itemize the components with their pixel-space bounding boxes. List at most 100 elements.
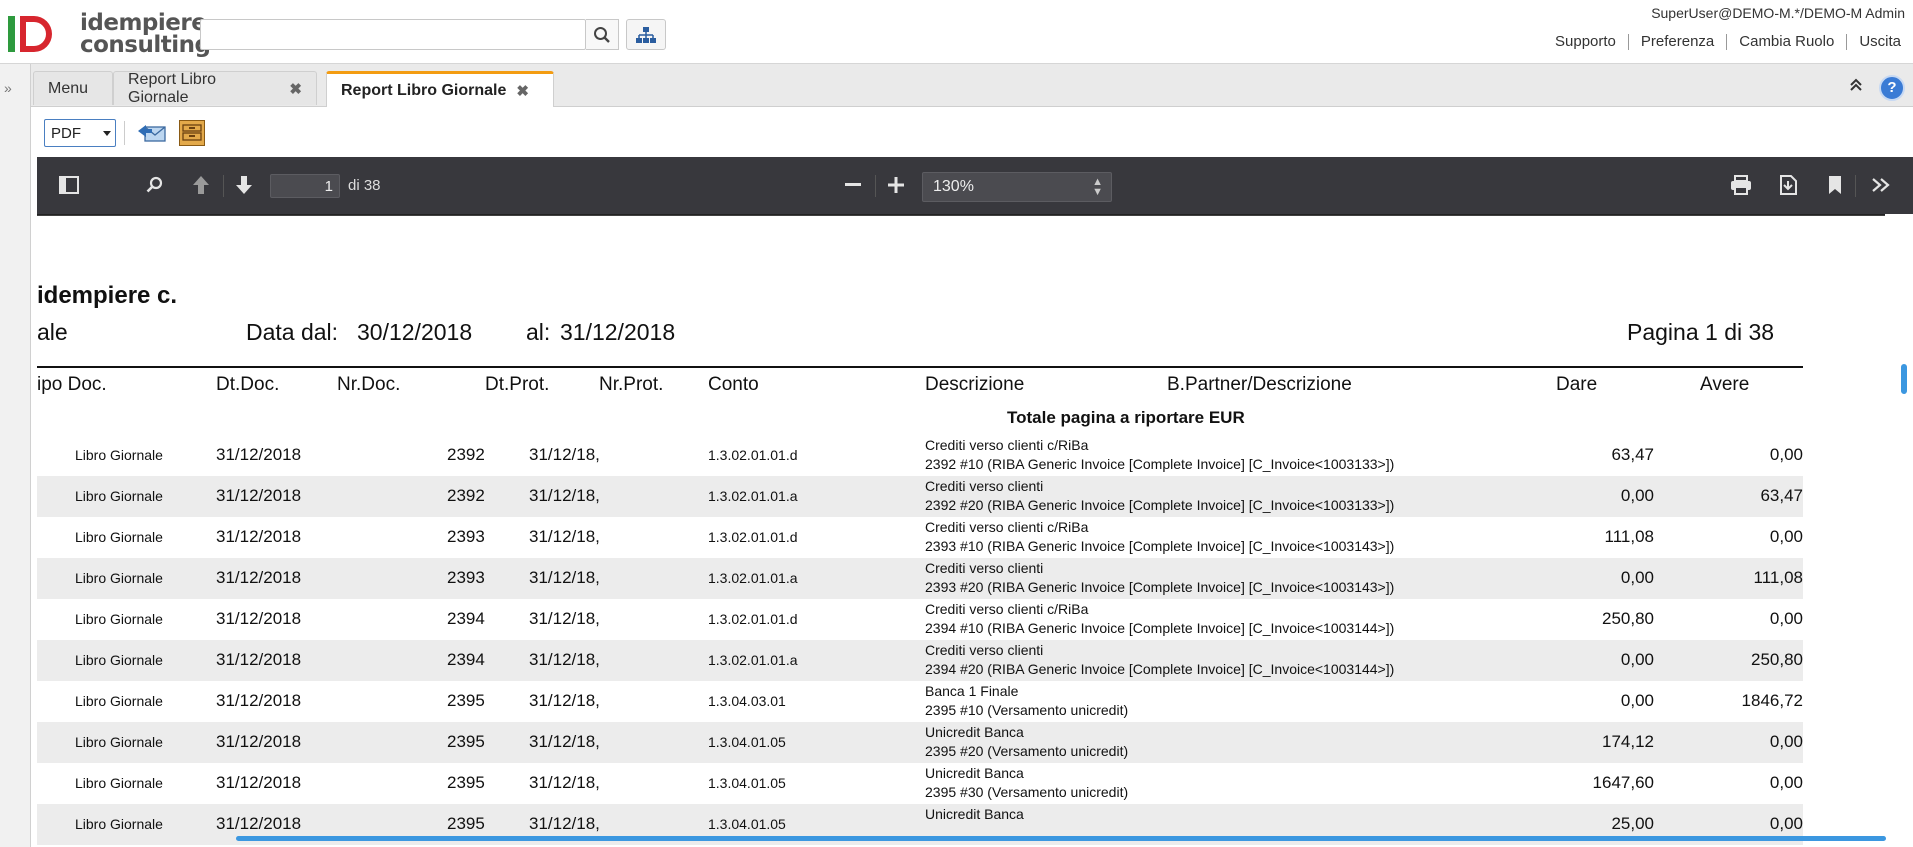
previous-page-icon[interactable]: [183, 169, 219, 201]
updown-icon: ▲ ▼: [1092, 176, 1103, 198]
sitemap-icon: [636, 26, 656, 43]
cell-nr-doc: 2392: [447, 486, 485, 505]
table-row: Libro Giornale 31/12/2018 2394 31/12/18,…: [37, 599, 1803, 640]
toolbar-divider: [124, 121, 125, 145]
link-cambia-ruolo[interactable]: Cambia Ruolo: [1726, 34, 1846, 50]
global-search-input[interactable]: [200, 19, 586, 50]
toolbar-divider: [1855, 175, 1856, 197]
cell-nr-doc: 2394: [447, 609, 485, 628]
date-from-label: Data dal:: [246, 319, 339, 345]
cell-descrizione: Crediti verso clienti: [925, 642, 1044, 658]
format-select[interactable]: PDF: [44, 119, 116, 147]
cell-descrizione: Unicredit Banca: [925, 765, 1024, 781]
close-icon[interactable]: ✖: [289, 80, 302, 98]
col-tipo-doc: ipo Doc.: [37, 374, 107, 395]
cell-avere: 111,08: [1753, 568, 1803, 587]
bookmark-icon[interactable]: [1817, 169, 1853, 201]
page-number-input[interactable]: 1: [270, 174, 340, 198]
close-icon[interactable]: ✖: [516, 82, 529, 100]
cell-conto: 1.3.02.01.01.a: [708, 488, 798, 504]
cell-dare: 0,00: [1620, 568, 1654, 587]
cell-nr-doc: 2395: [447, 773, 485, 792]
cell-descrizione: Crediti verso clienti c/RiBa: [925, 519, 1089, 535]
cell-bpartner: 2394 #10 (RIBA Generic Invoice [Complete…: [925, 620, 1395, 636]
download-icon[interactable]: [1770, 169, 1806, 201]
logo-text: idempiere consulting: [80, 10, 211, 58]
send-email-icon[interactable]: [137, 121, 167, 145]
cell-conto: 1.3.02.01.01.d: [708, 611, 798, 627]
cell-descrizione: Banca 1 Finale: [925, 683, 1019, 699]
expand-panel-icon[interactable]: »: [4, 80, 12, 96]
vertical-scrollbar[interactable]: [1885, 214, 1913, 847]
logo[interactable]: idempiere consulting: [8, 10, 211, 60]
menu-tree-button[interactable]: [626, 19, 666, 50]
cell-dare: 0,00: [1620, 486, 1654, 505]
tab-report-libro-giornale-1[interactable]: Report Libro Giornale ✖: [113, 71, 317, 106]
cell-conto: 1.3.02.01.01.d: [708, 529, 798, 545]
cell-dt-prot: 31/12/18,: [529, 486, 600, 505]
cell-dare: 111,08: [1604, 527, 1654, 546]
cell-avere: 0,00: [1769, 732, 1803, 751]
cell-bpartner: 2394 #20 (RIBA Generic Invoice [Complete…: [925, 661, 1395, 677]
zoom-in-icon[interactable]: [878, 169, 914, 201]
search-button[interactable]: [586, 19, 619, 50]
find-icon[interactable]: [137, 169, 173, 201]
cell-dt-doc: 31/12/2018: [216, 609, 302, 628]
west-panel-collapsed: »: [0, 64, 31, 847]
cell-dt-doc: 31/12/2018: [216, 773, 302, 792]
cell-conto: 1.3.04.01.05: [708, 816, 786, 832]
cell-conto: 1.3.04.01.05: [708, 775, 786, 791]
toolbar-divider: [875, 175, 876, 197]
date-to-label: al:: [526, 319, 551, 345]
next-page-icon[interactable]: [226, 169, 262, 201]
cell-bpartner: 2392 #20 (RIBA Generic Invoice [Complete…: [925, 497, 1395, 513]
cell-nr-doc: 2392: [447, 445, 485, 464]
col-conto: Conto: [708, 374, 759, 395]
cell-tipo: Libro Giornale: [75, 652, 163, 668]
cell-tipo: Libro Giornale: [75, 775, 163, 791]
cell-dare: 25,00: [1611, 814, 1654, 833]
cell-dt-prot: 31/12/18,: [529, 732, 600, 751]
cell-descrizione: Crediti verso clienti c/RiBa: [925, 601, 1089, 617]
sidebar-toggle-icon[interactable]: [51, 169, 87, 201]
cell-bpartner: 2395 #10 (Versamento unicredit): [925, 702, 1129, 718]
cell-conto: 1.3.02.01.01.d: [708, 447, 798, 463]
page-indicator: Pagina 1 di 38: [1627, 319, 1775, 345]
help-icon[interactable]: ?: [1879, 75, 1905, 101]
report-toolbar: PDF: [31, 107, 1913, 157]
cell-dare: 0,00: [1620, 691, 1654, 710]
cell-bpartner: 2395 #20 (Versamento unicredit): [925, 743, 1129, 759]
tab-label: Menu: [48, 79, 89, 97]
zoom-out-icon[interactable]: [835, 169, 871, 201]
link-uscita[interactable]: Uscita: [1846, 34, 1913, 50]
print-icon[interactable]: [1723, 169, 1759, 201]
header-links: Supporto Preferenza Cambia Ruolo Uscita: [1543, 34, 1913, 50]
cell-bpartner: 2395 #30 (Versamento unicredit): [925, 784, 1129, 800]
tools-menu-icon[interactable]: [1863, 169, 1899, 201]
zoom-select[interactable]: 130% ▲ ▼: [922, 172, 1112, 202]
zoom-value: 130%: [933, 178, 974, 195]
pdf-page: idempiere c. ale Data dal: 30/12/2018 al…: [37, 216, 1885, 847]
tab-menu[interactable]: Menu: [33, 71, 113, 105]
page-count: di 38: [348, 177, 381, 194]
scrollbar-thumb[interactable]: [1901, 364, 1907, 394]
cell-dare: 0,00: [1620, 650, 1654, 669]
cell-bpartner: 2393 #20 (RIBA Generic Invoice [Complete…: [925, 579, 1395, 595]
collapse-header-icon[interactable]: [1849, 78, 1863, 96]
cell-tipo: Libro Giornale: [75, 570, 163, 586]
link-supporto[interactable]: Supporto: [1543, 34, 1628, 50]
cell-descrizione: Unicredit Banca: [925, 806, 1024, 822]
cell-nr-doc: 2393: [447, 568, 485, 587]
table-row: Libro Giornale 31/12/2018 2395 31/12/18,…: [37, 763, 1803, 804]
pdf-toolbar: 1 di 38 130% ▲ ▼: [37, 157, 1913, 215]
link-preferenza[interactable]: Preferenza: [1627, 34, 1726, 50]
date-to-value: 31/12/2018: [560, 319, 676, 345]
horizontal-scrollbar[interactable]: [236, 836, 1886, 841]
cell-conto: 1.3.02.01.01.a: [708, 570, 798, 586]
archive-icon[interactable]: [179, 120, 205, 146]
cell-tipo: Libro Giornale: [75, 734, 163, 750]
cell-dt-prot: 31/12/18,: [529, 568, 600, 587]
tab-report-libro-giornale-2[interactable]: Report Libro Giornale ✖: [326, 71, 554, 107]
table-row: Libro Giornale 31/12/2018 2393 31/12/18,…: [37, 517, 1803, 558]
chevron-down-icon: [103, 131, 111, 136]
